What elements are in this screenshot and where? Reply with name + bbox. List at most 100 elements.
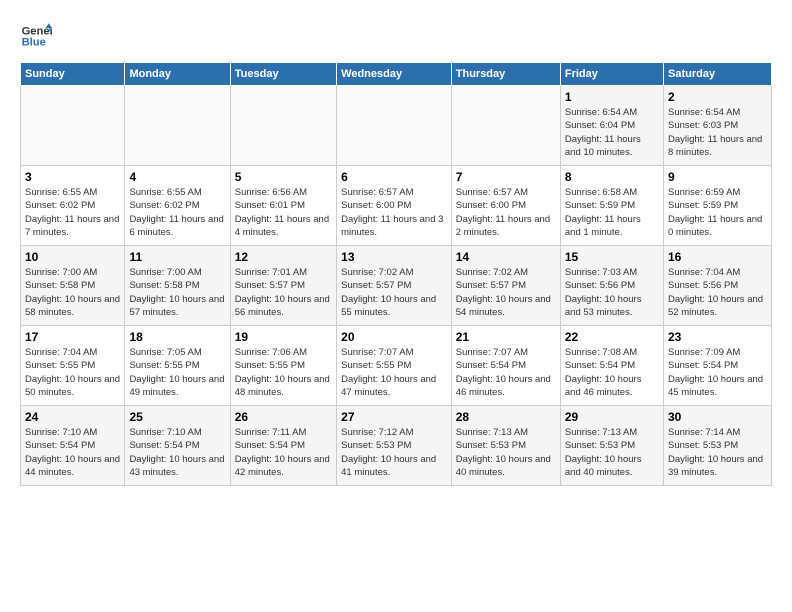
weekday-header-thursday: Thursday — [451, 63, 560, 86]
calendar-cell: 6Sunrise: 6:57 AM Sunset: 6:00 PM Daylig… — [337, 166, 452, 246]
calendar-cell: 23 Sunrise: 7:09 AM Sunset: 5:54 PM Dayli… — [663, 326, 771, 406]
calendar-week-3: 10 Sunrise: 7:00 AM Sunset: 5:58 PM Dayli… — [21, 246, 772, 326]
logo-icon: General Blue — [20, 20, 52, 52]
day-info: Sunrise: 7:03 AM Sunset: 5:56 PM Dayligh… — [565, 266, 659, 319]
weekday-header-tuesday: Tuesday — [230, 63, 336, 86]
day-number: 10 — [25, 250, 120, 264]
day-number: 12 — [235, 250, 332, 264]
day-number: 21 — [456, 330, 556, 344]
calendar-cell: 22 Sunrise: 7:08 AM Sunset: 5:54 PM Dayli… — [560, 326, 663, 406]
day-number: 28 — [456, 410, 556, 424]
calendar-cell: 8 Sunrise: 6:58 AM Sunset: 5:59 PM Daylig… — [560, 166, 663, 246]
day-info: Sunrise: 7:04 AM Sunset: 5:55 PM Dayligh… — [25, 346, 120, 399]
weekday-header-wednesday: Wednesday — [337, 63, 452, 86]
weekday-header-friday: Friday — [560, 63, 663, 86]
day-number: 3 — [25, 170, 120, 184]
calendar-cell: 2 Sunrise: 6:54 AM Sunset: 6:03 PM Daylig… — [663, 86, 771, 166]
logo: General Blue — [20, 20, 56, 52]
day-info: Sunrise: 6:57 AM Sunset: 6:00 PM Dayligh… — [341, 186, 447, 239]
day-number: 23 — [668, 330, 767, 344]
calendar-cell: 15 Sunrise: 7:03 AM Sunset: 5:56 PM Dayli… — [560, 246, 663, 326]
calendar-cell: 19 Sunrise: 7:06 AM Sunset: 5:55 PM Dayli… — [230, 326, 336, 406]
day-number: 1 — [565, 90, 659, 104]
calendar-cell: 3 Sunrise: 6:55 AM Sunset: 6:02 PM Daylig… — [21, 166, 125, 246]
day-number: 16 — [668, 250, 767, 264]
calendar-cell — [230, 86, 336, 166]
calendar-cell — [125, 86, 230, 166]
calendar-week-2: 3 Sunrise: 6:55 AM Sunset: 6:02 PM Daylig… — [21, 166, 772, 246]
day-info: Sunrise: 7:06 AM Sunset: 5:55 PM Dayligh… — [235, 346, 332, 399]
day-info: Sunrise: 6:57 AM Sunset: 6:00 PM Dayligh… — [456, 186, 556, 239]
day-number: 7 — [456, 170, 556, 184]
day-number: 30 — [668, 410, 767, 424]
day-info: Sunrise: 6:55 AM Sunset: 6:02 PM Dayligh… — [129, 186, 225, 239]
calendar-week-5: 24 Sunrise: 7:10 AM Sunset: 5:54 PM Dayli… — [21, 406, 772, 486]
day-number: 24 — [25, 410, 120, 424]
day-number: 9 — [668, 170, 767, 184]
day-number: 18 — [129, 330, 225, 344]
day-number: 26 — [235, 410, 332, 424]
calendar-cell: 4 Sunrise: 6:55 AM Sunset: 6:02 PM Daylig… — [125, 166, 230, 246]
day-number: 11 — [129, 250, 225, 264]
calendar-cell: 28 Sunrise: 7:13 AM Sunset: 5:53 PM Dayli… — [451, 406, 560, 486]
day-info: Sunrise: 6:55 AM Sunset: 6:02 PM Dayligh… — [25, 186, 120, 239]
day-info: Sunrise: 6:58 AM Sunset: 5:59 PM Dayligh… — [565, 186, 659, 239]
calendar-cell: 9Sunrise: 6:59 AM Sunset: 5:59 PM Daylig… — [663, 166, 771, 246]
day-number: 8 — [565, 170, 659, 184]
calendar-cell: 27 Sunrise: 7:12 AM Sunset: 5:53 PM Dayli… — [337, 406, 452, 486]
day-number: 25 — [129, 410, 225, 424]
calendar-cell: 11 Sunrise: 7:00 AM Sunset: 5:58 PM Dayli… — [125, 246, 230, 326]
calendar-cell — [21, 86, 125, 166]
day-number: 22 — [565, 330, 659, 344]
day-info: Sunrise: 7:00 AM Sunset: 5:58 PM Dayligh… — [25, 266, 120, 319]
day-number: 5 — [235, 170, 332, 184]
calendar-cell: 17 Sunrise: 7:04 AM Sunset: 5:55 PM Dayli… — [21, 326, 125, 406]
calendar-cell: 24 Sunrise: 7:10 AM Sunset: 5:54 PM Dayli… — [21, 406, 125, 486]
day-number: 19 — [235, 330, 332, 344]
day-info: Sunrise: 7:10 AM Sunset: 5:54 PM Dayligh… — [25, 426, 120, 479]
calendar-week-4: 17 Sunrise: 7:04 AM Sunset: 5:55 PM Dayli… — [21, 326, 772, 406]
calendar-cell: 7 Sunrise: 6:57 AM Sunset: 6:00 PM Daylig… — [451, 166, 560, 246]
day-number: 27 — [341, 410, 447, 424]
day-info: Sunrise: 7:00 AM Sunset: 5:58 PM Dayligh… — [129, 266, 225, 319]
day-info: Sunrise: 7:12 AM Sunset: 5:53 PM Dayligh… — [341, 426, 447, 479]
day-info: Sunrise: 6:54 AM Sunset: 6:03 PM Dayligh… — [668, 106, 767, 159]
calendar-cell — [451, 86, 560, 166]
day-number: 15 — [565, 250, 659, 264]
day-info: Sunrise: 7:07 AM Sunset: 5:54 PM Dayligh… — [456, 346, 556, 399]
calendar-cell: 26 Sunrise: 7:11 AM Sunset: 5:54 PM Dayli… — [230, 406, 336, 486]
day-info: Sunrise: 7:01 AM Sunset: 5:57 PM Dayligh… — [235, 266, 332, 319]
calendar-cell: 20 Sunrise: 7:07 AM Sunset: 5:55 PM Dayli… — [337, 326, 452, 406]
calendar-cell: 1 Sunrise: 6:54 AM Sunset: 6:04 PM Daylig… — [560, 86, 663, 166]
day-info: Sunrise: 7:13 AM Sunset: 5:53 PM Dayligh… — [565, 426, 659, 479]
day-number: 17 — [25, 330, 120, 344]
calendar-cell — [337, 86, 452, 166]
day-info: Sunrise: 7:05 AM Sunset: 5:55 PM Dayligh… — [129, 346, 225, 399]
day-number: 2 — [668, 90, 767, 104]
calendar-cell: 18 Sunrise: 7:05 AM Sunset: 5:55 PM Dayli… — [125, 326, 230, 406]
svg-text:Blue: Blue — [22, 37, 46, 49]
day-info: Sunrise: 7:11 AM Sunset: 5:54 PM Dayligh… — [235, 426, 332, 479]
day-info: Sunrise: 7:14 AM Sunset: 5:53 PM Dayligh… — [668, 426, 767, 479]
day-info: Sunrise: 7:07 AM Sunset: 5:55 PM Dayligh… — [341, 346, 447, 399]
day-info: Sunrise: 7:04 AM Sunset: 5:56 PM Dayligh… — [668, 266, 767, 319]
day-number: 14 — [456, 250, 556, 264]
weekday-header-monday: Monday — [125, 63, 230, 86]
day-number: 29 — [565, 410, 659, 424]
day-info: Sunrise: 7:09 AM Sunset: 5:54 PM Dayligh… — [668, 346, 767, 399]
day-info: Sunrise: 7:08 AM Sunset: 5:54 PM Dayligh… — [565, 346, 659, 399]
day-number: 20 — [341, 330, 447, 344]
calendar-cell: 29 Sunrise: 7:13 AM Sunset: 5:53 PM Dayli… — [560, 406, 663, 486]
calendar-cell: 21 Sunrise: 7:07 AM Sunset: 5:54 PM Dayli… — [451, 326, 560, 406]
day-number: 4 — [129, 170, 225, 184]
calendar-cell: 25 Sunrise: 7:10 AM Sunset: 5:54 PM Dayli… — [125, 406, 230, 486]
day-info: Sunrise: 7:10 AM Sunset: 5:54 PM Dayligh… — [129, 426, 225, 479]
day-number: 13 — [341, 250, 447, 264]
day-info: Sunrise: 6:54 AM Sunset: 6:04 PM Dayligh… — [565, 106, 659, 159]
calendar-cell: 13 Sunrise: 7:02 AM Sunset: 5:57 PM Dayli… — [337, 246, 452, 326]
day-info: Sunrise: 6:56 AM Sunset: 6:01 PM Dayligh… — [235, 186, 332, 239]
calendar-cell: 10 Sunrise: 7:00 AM Sunset: 5:58 PM Dayli… — [21, 246, 125, 326]
calendar-cell: 16 Sunrise: 7:04 AM Sunset: 5:56 PM Dayli… — [663, 246, 771, 326]
day-info: Sunrise: 7:02 AM Sunset: 5:57 PM Dayligh… — [341, 266, 447, 319]
day-info: Sunrise: 7:13 AM Sunset: 5:53 PM Dayligh… — [456, 426, 556, 479]
